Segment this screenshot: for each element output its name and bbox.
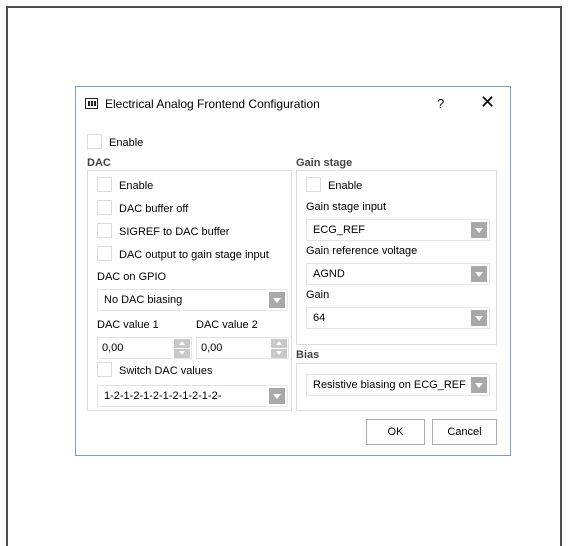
dac-gpio-label: DAC on GPIO [97,271,167,283]
spin-up-icon[interactable] [271,339,287,348]
chevron-down-icon[interactable] [269,388,285,404]
dac-gpio-select[interactable]: No DAC biasing [97,289,288,311]
gain-label: Gain [306,289,330,301]
help-button[interactable]: ? [437,96,444,111]
dac-output-to-gain-label: DAC output to gain stage input [119,249,269,261]
bias-heading: Bias [296,349,320,361]
sigref-to-dac-buffer-checkbox[interactable] [97,223,112,238]
config-dialog: Electrical Analog Frontend Configuration… [75,86,511,456]
gain-input-label: Gain stage input [306,201,387,213]
gain-ref-value: AGND [313,268,345,280]
app-icon [85,98,98,109]
dac-value2-label: DAC value 2 [196,319,258,331]
dialog-title: Electrical Analog Frontend Configuration [105,97,320,111]
gain-input-value: ECG_REF [313,224,365,236]
dac-enable-label: Enable [119,180,154,192]
dac-value2-value: 0,00 [201,342,223,354]
chevron-down-icon[interactable] [471,222,487,238]
switch-dac-values-label: Switch DAC values [119,365,213,377]
spin-down-icon[interactable] [271,349,287,358]
chevron-down-icon[interactable] [269,292,285,308]
close-icon[interactable]: ✕ [480,93,495,111]
chevron-down-icon[interactable] [471,266,487,282]
gain-enable-checkbox[interactable] [306,177,321,192]
bias-select[interactable]: Resistive biasing on ECG_REF [306,374,490,396]
title-bar: Electrical Analog Frontend Configuration… [76,87,510,123]
gain-stage-heading: Gain stage [296,157,353,169]
cancel-button[interactable]: Cancel [432,419,497,445]
bias-group: Resistive biasing on ECG_REF [296,363,497,411]
gain-stage-group: Enable Gain stage input ECG_REF Gain ref… [296,170,497,345]
gain-input-select[interactable]: ECG_REF [306,219,490,241]
gain-ref-select[interactable]: AGND [306,263,490,285]
dac-gpio-value: No DAC biasing [104,294,183,306]
dac-value1-value: 0,00 [102,342,124,354]
enable-label: Enable [109,137,144,149]
gain-select[interactable]: 64 [306,307,490,329]
dac-output-to-gain-checkbox[interactable] [97,246,112,261]
chevron-down-icon[interactable] [471,310,487,326]
enable-checkbox[interactable] [87,134,102,149]
chevron-down-icon[interactable] [471,377,487,393]
bias-value: Resistive biasing on ECG_REF [313,379,466,391]
dac-group: Enable DAC buffer off SIGREF to DAC buff… [87,170,292,411]
dac-value1-spinbox[interactable]: 0,00 [97,337,192,359]
gain-value: 64 [313,312,326,324]
dac-buffer-off-checkbox[interactable] [97,200,112,215]
switch-pattern-select[interactable]: 1-2-1-2-1-2-1-2-1-2-1-2- [97,385,288,407]
switch-dac-values-checkbox[interactable] [97,362,112,377]
dac-heading: DAC [87,157,111,169]
sigref-to-dac-buffer-label: SIGREF to DAC buffer [119,226,230,238]
dac-enable-checkbox[interactable] [97,177,112,192]
dac-value2-spinbox[interactable]: 0,00 [196,337,289,359]
spin-down-icon[interactable] [174,349,190,358]
gain-ref-label: Gain reference voltage [306,245,418,257]
ok-button[interactable]: OK [366,419,425,445]
spin-up-icon[interactable] [174,339,190,348]
switch-pattern-value: 1-2-1-2-1-2-1-2-1-2-1-2- [104,390,222,402]
gain-enable-label: Enable [328,180,363,192]
dac-value1-label: DAC value 1 [97,319,159,331]
dac-buffer-off-label: DAC buffer off [119,203,189,215]
